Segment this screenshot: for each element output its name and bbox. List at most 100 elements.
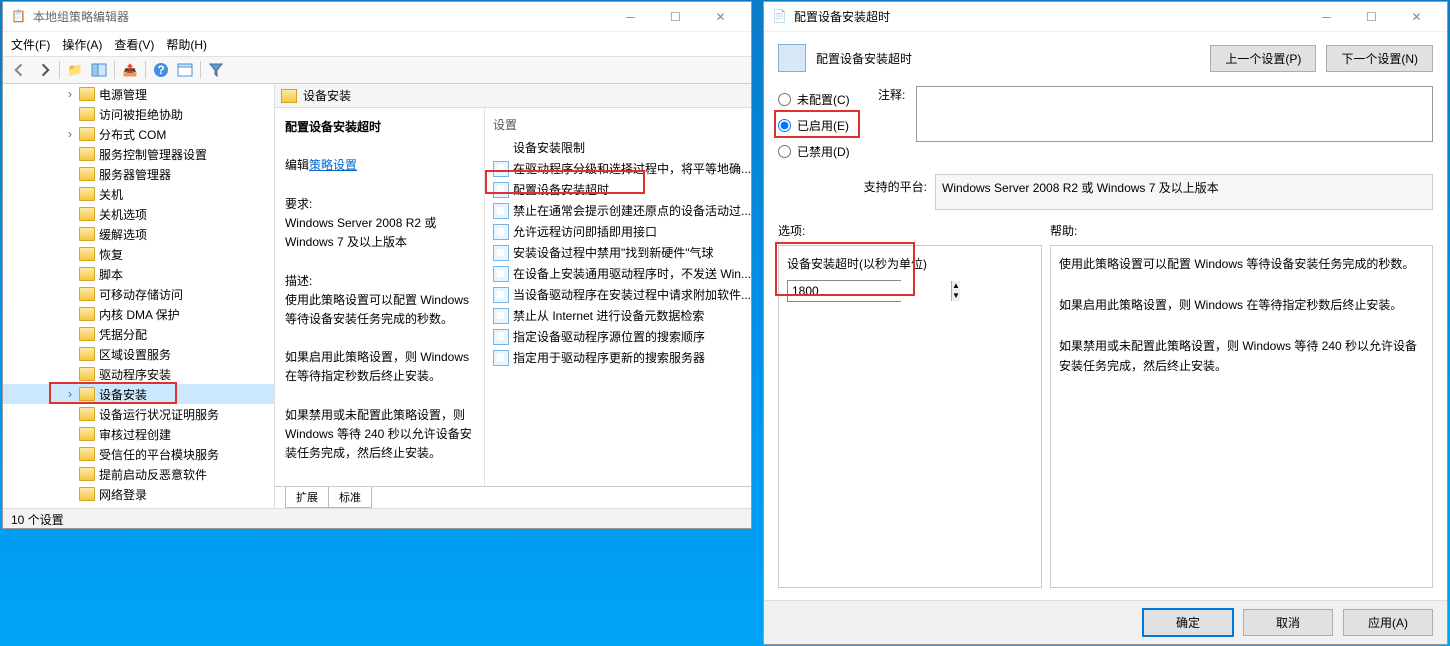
- folder-icon: [79, 467, 95, 481]
- comment-textarea[interactable]: [916, 86, 1433, 142]
- up-button[interactable]: 📁: [64, 59, 86, 81]
- tree-item[interactable]: 恢复: [3, 244, 274, 264]
- tree-item[interactable]: 关机选项: [3, 204, 274, 224]
- tree-item-label: 区域设置服务: [99, 346, 171, 363]
- tree-item[interactable]: 审核过程创建: [3, 424, 274, 444]
- maximize-button[interactable]: ☐: [1349, 3, 1394, 31]
- content-title: 设备安装: [303, 87, 351, 104]
- description-label: 描述:: [285, 274, 312, 288]
- back-button[interactable]: [9, 59, 31, 81]
- tab-extended[interactable]: 扩展: [285, 487, 329, 508]
- gpedit-window: 📋 本地组策略编辑器 ─ ☐ ✕ 文件(F) 操作(A) 查看(V) 帮助(H)…: [2, 1, 752, 529]
- policy-icon: [493, 245, 509, 261]
- folder-icon: [79, 307, 95, 321]
- svg-text:?: ?: [157, 63, 164, 77]
- tree-item-label: 可移动存储访问: [99, 286, 183, 303]
- setting-item[interactable]: 指定设备驱动程序源位置的搜索顺序: [485, 326, 751, 347]
- policy-icon: [493, 287, 509, 303]
- app-icon: 📄: [772, 9, 788, 25]
- platform-value: Windows Server 2008 R2 或 Windows 7 及以上版本: [935, 174, 1433, 210]
- setting-label: 指定设备驱动程序源位置的搜索顺序: [513, 328, 705, 345]
- spin-down[interactable]: ▼: [952, 291, 960, 301]
- policy-icon: [493, 203, 509, 219]
- menu-view[interactable]: 查看(V): [114, 36, 154, 53]
- tree-item[interactable]: 关机: [3, 184, 274, 204]
- tree-item[interactable]: ›分布式 COM: [3, 124, 274, 144]
- setting-item[interactable]: 安装设备过程中禁用"找到新硬件"气球: [485, 242, 751, 263]
- tree-pane[interactable]: ›电源管理访问被拒绝协助›分布式 COM服务控制管理器设置服务器管理器关机关机选…: [3, 84, 275, 508]
- column-header[interactable]: 设置: [485, 112, 751, 137]
- settings-list[interactable]: 设置 设备安装限制在驱动程序分级和选择过程中，将平等地确...配置设备安装超时禁…: [485, 108, 751, 486]
- radio-disabled[interactable]: 已禁用(D): [778, 138, 868, 164]
- next-setting-button[interactable]: 下一个设置(N): [1326, 45, 1433, 72]
- radio-not-configured[interactable]: 未配置(C): [778, 86, 868, 112]
- tree-item[interactable]: 提前启动反恶意软件: [3, 464, 274, 484]
- filter-button[interactable]: [205, 59, 227, 81]
- dialog-title: 配置设备安装超时: [794, 8, 1304, 25]
- properties-button[interactable]: [174, 59, 196, 81]
- ok-button[interactable]: 确定: [1143, 609, 1233, 636]
- tree-item[interactable]: 服务控制管理器设置: [3, 144, 274, 164]
- tree-item-label: 凭据分配: [99, 326, 147, 343]
- tree-item[interactable]: 缓解选项: [3, 224, 274, 244]
- maximize-button[interactable]: ☐: [653, 3, 698, 31]
- setting-item[interactable]: 当设备驱动程序在安装过程中请求附加软件...: [485, 284, 751, 305]
- folder-icon: [79, 447, 95, 461]
- policy-icon: [493, 308, 509, 324]
- tree-item[interactable]: 内核 DMA 保护: [3, 304, 274, 324]
- tree-item[interactable]: 访问被拒绝协助: [3, 104, 274, 124]
- description-text: 使用此策略设置可以配置 Windows 等待设备安装任务完成的秒数。 如果启用此…: [285, 293, 472, 461]
- tree-item[interactable]: 设备运行状况证明服务: [3, 404, 274, 424]
- tree-item[interactable]: 受信任的平台模块服务: [3, 444, 274, 464]
- apply-button[interactable]: 应用(A): [1343, 609, 1433, 636]
- tree-item-label: 提前启动反恶意软件: [99, 466, 207, 483]
- policy-dialog: 📄 配置设备安装超时 ─ ☐ ✕ 配置设备安装超时 上一个设置(P) 下一个设置…: [763, 1, 1448, 645]
- content-header: 设备安装: [275, 84, 751, 108]
- titlebar[interactable]: 📄 配置设备安装超时 ─ ☐ ✕: [764, 2, 1447, 32]
- close-button[interactable]: ✕: [1394, 3, 1439, 31]
- tree-item-label: 缓解选项: [99, 226, 147, 243]
- forward-button[interactable]: [33, 59, 55, 81]
- folder-icon: [79, 227, 95, 241]
- menu-file[interactable]: 文件(F): [11, 36, 50, 53]
- setting-item[interactable]: 指定用于驱动程序更新的搜索服务器: [485, 347, 751, 368]
- tree-item[interactable]: 可移动存储访问: [3, 284, 274, 304]
- setting-label: 指定用于驱动程序更新的搜索服务器: [513, 349, 705, 366]
- tree-item[interactable]: 区域设置服务: [3, 344, 274, 364]
- setting-item[interactable]: 设备安装限制: [485, 137, 751, 158]
- tab-standard[interactable]: 标准: [328, 487, 372, 508]
- menu-action[interactable]: 操作(A): [62, 36, 102, 53]
- minimize-button[interactable]: ─: [608, 3, 653, 31]
- cancel-button[interactable]: 取消: [1243, 609, 1333, 636]
- folder-icon: [79, 187, 95, 201]
- setting-item[interactable]: 允许远程访问即插即用接口: [485, 221, 751, 242]
- tree-item-label: 审核过程创建: [99, 426, 171, 443]
- tree-item[interactable]: ›电源管理: [3, 84, 274, 104]
- setting-label: 禁止从 Internet 进行设备元数据检索: [513, 307, 704, 324]
- setting-item[interactable]: 禁止从 Internet 进行设备元数据检索: [485, 305, 751, 326]
- tree-item-label: 电源管理: [99, 86, 147, 103]
- show-hide-button[interactable]: [88, 59, 110, 81]
- setting-item[interactable]: 在设备上安装通用驱动程序时，不发送 Win...: [485, 263, 751, 284]
- tree-item[interactable]: 驱动程序安装: [3, 364, 274, 384]
- folder-icon: [79, 207, 95, 221]
- highlight-box: [485, 170, 645, 194]
- spin-up[interactable]: ▲: [952, 281, 960, 291]
- titlebar[interactable]: 📋 本地组策略编辑器 ─ ☐ ✕: [3, 2, 751, 32]
- close-button[interactable]: ✕: [698, 3, 743, 31]
- export-button[interactable]: 📤: [119, 59, 141, 81]
- tree-item[interactable]: 网络登录: [3, 484, 274, 504]
- comment-label: 注释:: [878, 86, 910, 142]
- help-button[interactable]: ?: [150, 59, 172, 81]
- setting-item[interactable]: 禁止在通常会提示创建还原点的设备活动过...: [485, 200, 751, 221]
- tree-item-label: 关机选项: [99, 206, 147, 223]
- tree-item[interactable]: 脚本: [3, 264, 274, 284]
- prev-setting-button[interactable]: 上一个设置(P): [1210, 45, 1316, 72]
- menu-help[interactable]: 帮助(H): [166, 36, 207, 53]
- tree-item[interactable]: 服务器管理器: [3, 164, 274, 184]
- policy-icon: [778, 44, 806, 72]
- edit-policy-link[interactable]: 策略设置: [309, 158, 357, 172]
- minimize-button[interactable]: ─: [1304, 3, 1349, 31]
- tree-item-label: 内核 DMA 保护: [99, 306, 180, 323]
- tree-item[interactable]: 凭据分配: [3, 324, 274, 344]
